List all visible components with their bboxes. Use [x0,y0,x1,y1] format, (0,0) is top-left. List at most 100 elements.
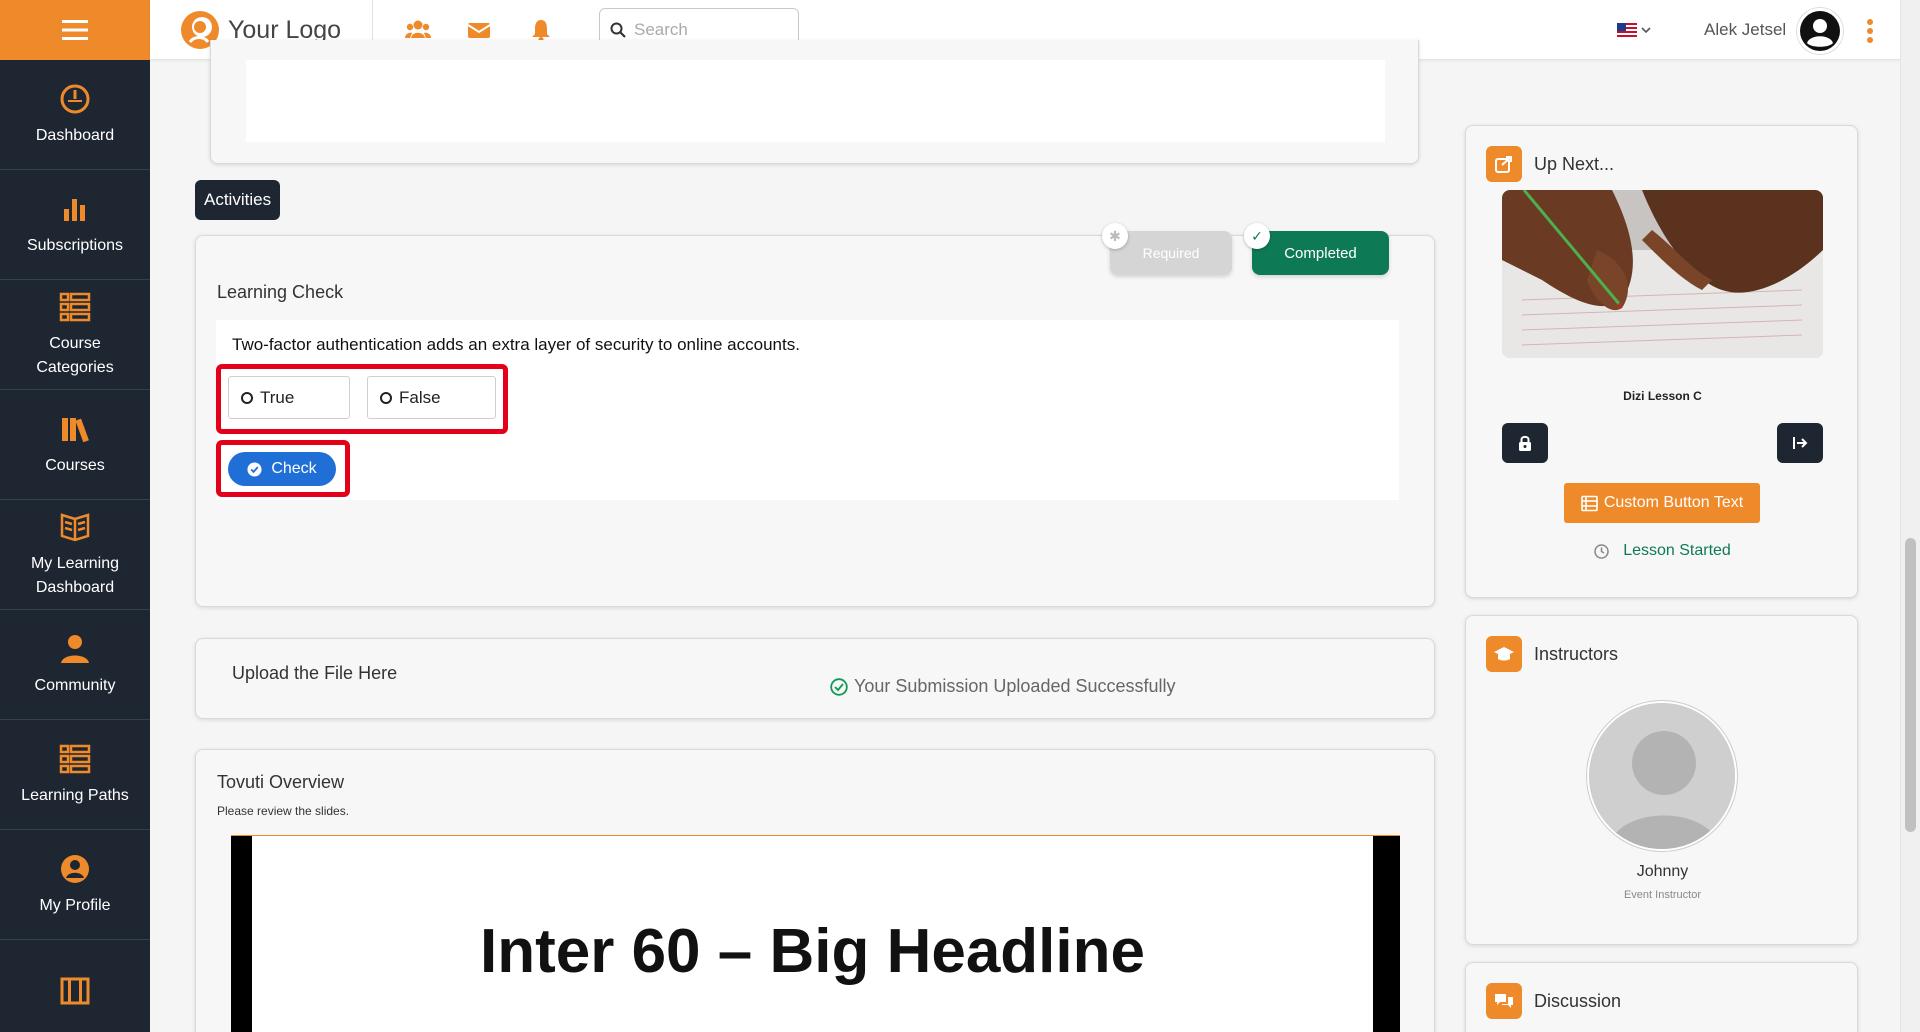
radio-icon [380,391,392,404]
arrow-right-to-bar-icon [1793,437,1808,449]
film-icon [58,974,92,1008]
more-options-icon[interactable] [1865,18,1875,44]
slide-viewer[interactable]: Inter 60 – Big Headline [231,835,1400,1032]
required-label: Required [1142,245,1200,261]
tab-activities[interactable]: Activities [195,180,281,220]
success-check-icon [830,677,848,696]
lock-icon [1519,435,1531,451]
sidebar: Dashboard Subscriptions Course Categorie… [0,0,150,1032]
lesson-thumbnail[interactable] [1502,190,1823,358]
option-label: False [399,387,441,407]
language-selector[interactable] [1617,23,1652,37]
sidebar-item-label: My Learning Dashboard [30,554,120,596]
option-false[interactable]: False [367,376,496,419]
discussion-header: Discussion [1486,983,1621,1019]
user-circle-icon [58,852,92,886]
discussion-card: Discussion [1465,962,1858,1032]
lesson-status-text: Lesson Started [1623,542,1731,559]
custom-button[interactable]: Custom Button Text [1564,483,1760,523]
up-next-title: Up Next... [1534,153,1615,174]
speedometer-icon [58,82,92,116]
person-community-icon [58,632,92,666]
answer-options-highlight: True False [216,364,508,434]
slide-page: Inter 60 – Big Headline [252,836,1373,1032]
user-avatar[interactable] [1797,8,1843,54]
required-badge: Required [1110,231,1232,275]
slide-headline: Inter 60 – Big Headline [480,917,1145,986]
radio-icon [241,391,253,404]
sidebar-item-label: Course Categories [36,334,114,376]
username[interactable]: Alek Jetsel [1704,20,1786,40]
check-button-highlight: Check [216,440,350,497]
us-flag-icon [1617,23,1637,37]
asterisk-icon: ✱ [1102,223,1128,249]
sidebar-item-dashboard[interactable]: Dashboard [0,60,150,170]
sidebar-item-my-profile[interactable]: My Profile [0,830,150,940]
completed-badge: Completed [1252,231,1389,275]
up-next-card: Up Next... Dizi Lesson C Custom Button T… [1465,125,1858,598]
upload-status: Your Submission Uploaded Successfully [830,676,1176,697]
upload-status-text: Your Submission Uploaded Successfully [854,676,1176,696]
check-button[interactable]: Check [228,452,336,486]
hamburger-menu-icon[interactable] [0,0,150,60]
question-area: Two-factor authentication adds an extra … [216,320,1399,500]
clock-icon [1594,543,1609,559]
lesson-name: Dizi Lesson C [1623,389,1702,403]
sidebar-item-label: Learning Paths [21,786,129,804]
sidebar-item-my-learning-dashboard[interactable]: My Learning Dashboard [0,500,150,610]
search-icon [610,22,626,38]
sidebar-item-more[interactable] [0,940,150,1032]
sidebar-item-community[interactable]: Community [0,610,150,720]
sidebar-item-label: Subscriptions [26,236,124,254]
lesson-status: Lesson Started [1466,542,1859,560]
sidebar-item-label: Courses [45,456,105,474]
next-lesson-button[interactable] [1777,423,1823,463]
instructor-name[interactable]: Johnny [1466,863,1859,881]
sidebar-item-label: My Profile [39,896,111,914]
sidebar-item-learning-paths[interactable]: Learning Paths [0,720,150,830]
learning-check-card: Learning Check Two-factor authentication… [195,235,1435,607]
scrollbar-thumb[interactable] [1905,538,1916,832]
chat-bubbles-icon [1486,983,1522,1019]
list-icon [1581,495,1598,511]
learning-check-title: Learning Check [217,282,344,302]
custom-button-label: Custom Button Text [1603,494,1744,511]
previous-section-card [210,40,1419,164]
previous-section-content [246,60,1385,142]
up-next-header: Up Next... [1486,146,1614,182]
search-input[interactable] [634,20,794,40]
overview-card: Tovuti Overview Please review the slides… [195,749,1435,1032]
books-icon [58,412,92,446]
overview-subtitle: Please review the slides. [217,804,350,818]
sidebar-item-label: Community [34,676,116,694]
question-text: Two-factor authentication adds an extra … [232,335,800,354]
lock-button[interactable] [1502,423,1548,463]
sidebar-item-course-categories[interactable]: Course Categories [0,280,150,390]
check-label: Check [271,460,317,477]
chevron-down-icon [1641,27,1651,34]
sidebar-item-subscriptions[interactable]: Subscriptions [0,170,150,280]
list-grid-icon [58,742,92,776]
bar-chart-icon [58,192,92,226]
instructor-role: Event Instructor [1623,889,1702,901]
instructors-title: Instructors [1534,643,1619,664]
sidebar-item-label: Dashboard [35,126,115,144]
open-book-icon [58,510,92,544]
upload-card: Upload the File Here Your Submission Upl… [195,638,1435,719]
check-circle-icon [247,461,262,477]
checkmark-icon: ✓ [1244,223,1270,249]
overview-title: Tovuti Overview [217,772,345,792]
sidebar-item-courses[interactable]: Courses [0,390,150,500]
completed-label: Completed [1284,244,1357,262]
share-icon [1486,146,1522,182]
page-scrollbar[interactable] [1900,0,1920,1032]
option-true[interactable]: True [228,376,350,419]
upload-title: Upload the File Here [232,663,398,683]
discussion-title: Discussion [1534,990,1622,1011]
graduation-cap-icon [1486,636,1522,672]
instructors-header: Instructors [1486,636,1618,672]
list-grid-icon [58,290,92,324]
option-label: True [260,387,295,407]
instructor-avatar[interactable] [1587,701,1737,851]
instructors-card: Instructors Johnny Event Instructor [1465,615,1858,945]
